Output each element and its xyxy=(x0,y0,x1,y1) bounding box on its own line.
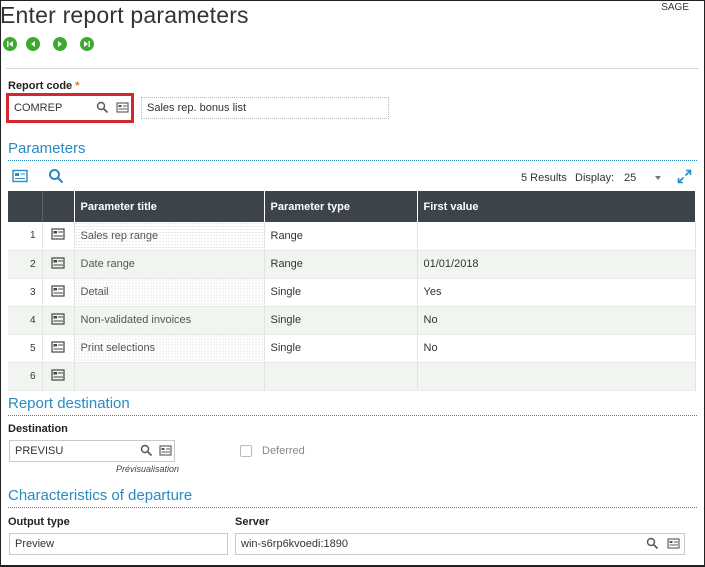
row-icon-header xyxy=(42,191,75,222)
server-label: Server xyxy=(235,516,270,528)
parameter-title-cell: Sales rep range xyxy=(74,222,265,251)
row-number: 6 xyxy=(8,362,43,391)
column-header-parameter-title[interactable]: Parameter title xyxy=(74,191,265,222)
search-icon[interactable] xyxy=(96,101,109,114)
first-value-cell[interactable]: No xyxy=(417,334,696,363)
departure-section-title: Characteristics of departure xyxy=(8,487,193,504)
row-number: 1 xyxy=(8,222,43,251)
destination-section-line xyxy=(8,415,697,416)
brand-label: SAGE xyxy=(661,2,689,13)
row-detail-icon[interactable] xyxy=(42,222,75,251)
search-icon[interactable] xyxy=(48,168,64,184)
departure-section-line xyxy=(8,507,697,508)
table-row[interactable]: 6 xyxy=(8,362,696,391)
parameter-type-cell: Single xyxy=(264,278,418,307)
column-header-parameter-type[interactable]: Parameter type xyxy=(264,191,418,222)
report-code-input[interactable]: COMREP xyxy=(9,97,131,119)
table-row[interactable]: 4 Non-validated invoices Single No xyxy=(8,306,696,335)
last-record-icon[interactable] xyxy=(80,37,94,51)
row-detail-icon[interactable] xyxy=(42,362,75,391)
parameter-title-cell: Non-validated invoices xyxy=(74,306,265,335)
parameter-title-cell: Detail xyxy=(74,278,265,307)
destination-label: Destination xyxy=(8,423,68,435)
table-row[interactable]: 2 Date range Range 01/01/2018 xyxy=(8,250,696,279)
expand-icon[interactable] xyxy=(677,169,692,184)
first-value-cell[interactable] xyxy=(417,362,696,391)
output-type-input[interactable]: Preview xyxy=(9,533,228,555)
server-input[interactable]: win-s6rp6kvoedi:1890 xyxy=(235,533,685,555)
display-label: Display: xyxy=(575,172,615,184)
parameter-type-cell: Range xyxy=(264,250,418,279)
deferred-checkbox[interactable] xyxy=(240,445,252,457)
report-code-label: Report code * xyxy=(8,80,80,92)
row-detail-icon[interactable] xyxy=(42,306,75,335)
first-value-cell[interactable] xyxy=(417,222,696,251)
search-icon[interactable] xyxy=(646,537,659,550)
parameter-title-cell: Print selections xyxy=(74,334,265,363)
parameter-title-cell: Date range xyxy=(74,250,265,279)
detail-card-icon[interactable] xyxy=(159,444,172,457)
first-value-cell[interactable]: 01/01/2018 xyxy=(417,250,696,279)
deferred-label: Deferred xyxy=(262,445,305,457)
row-detail-icon[interactable] xyxy=(42,250,75,279)
header-divider xyxy=(6,68,699,69)
display-select[interactable]: 25 xyxy=(624,172,636,184)
parameter-type-cell xyxy=(264,362,418,391)
page-title: Enter report parameters xyxy=(0,2,249,28)
first-value-cell[interactable]: Yes xyxy=(417,278,696,307)
detail-card-icon[interactable] xyxy=(116,101,129,114)
search-icon[interactable] xyxy=(140,444,153,457)
output-type-label: Output type xyxy=(8,516,70,528)
report-destination-section-title: Report destination xyxy=(8,395,130,412)
row-number: 5 xyxy=(8,334,43,363)
parameter-title-cell xyxy=(74,362,265,391)
first-record-icon[interactable] xyxy=(3,37,17,51)
row-number: 2 xyxy=(8,250,43,279)
detail-view-icon[interactable] xyxy=(12,169,28,183)
parameters-table: Parameter title Parameter type First val… xyxy=(8,191,696,391)
row-number-header xyxy=(8,191,43,222)
row-detail-icon[interactable] xyxy=(42,334,75,363)
results-count: 5 Results xyxy=(521,172,567,184)
first-value-cell[interactable]: No xyxy=(417,306,696,335)
table-row[interactable]: 5 Print selections Single No xyxy=(8,334,696,363)
parameters-section-title: Parameters xyxy=(8,140,86,157)
table-row[interactable]: 3 Detail Single Yes xyxy=(8,278,696,307)
row-detail-icon[interactable] xyxy=(42,278,75,307)
report-code-description: Sales rep. bonus list xyxy=(141,97,389,119)
parameter-type-cell: Single xyxy=(264,306,418,335)
next-record-icon[interactable] xyxy=(53,37,67,51)
table-row[interactable]: 1 Sales rep range Range xyxy=(8,222,696,251)
detail-card-icon[interactable] xyxy=(667,537,680,550)
column-header-first-value[interactable]: First value xyxy=(417,191,696,222)
parameter-type-cell: Single xyxy=(264,334,418,363)
row-number: 4 xyxy=(8,306,43,335)
parameters-section-line xyxy=(8,160,697,161)
row-number: 3 xyxy=(8,278,43,307)
previous-record-icon[interactable] xyxy=(26,37,40,51)
table-header-row: Parameter title Parameter type First val… xyxy=(8,191,696,222)
parameter-type-cell: Range xyxy=(264,222,418,251)
destination-caption: Prévisualisation xyxy=(116,464,180,474)
chevron-down-icon[interactable] xyxy=(654,175,662,181)
